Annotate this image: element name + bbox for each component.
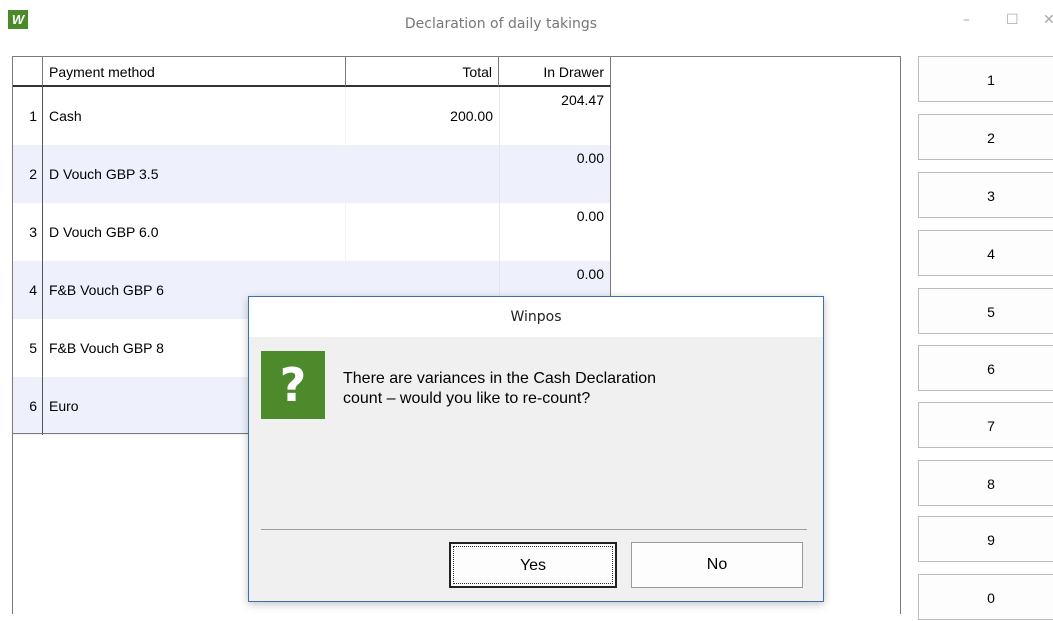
keypad-button-6[interactable]: 6	[918, 345, 1053, 391]
dialog-message-line-1: There are variances in the Cash Declarat…	[343, 370, 657, 387]
dialog-message-line-2: count – would you like to re-count?	[343, 390, 591, 407]
dialog-title: Winpos	[249, 297, 823, 337]
row-index: 2	[13, 145, 43, 203]
payment-method-cell[interactable]: Cash	[43, 87, 346, 145]
total-cell[interactable]	[346, 203, 499, 261]
table-row[interactable]: 2 D Vouch GBP 3.5 0.00	[13, 145, 611, 203]
keypad-button-1[interactable]: 1	[918, 56, 1053, 102]
row-index: 5	[13, 319, 43, 377]
row-index: 6	[13, 377, 43, 435]
minimize-icon[interactable]: –	[963, 12, 970, 28]
table-row[interactable]: 3 D Vouch GBP 6.0 0.00	[13, 203, 611, 261]
title-bar: W Declaration of daily takings – ☐ ✕	[0, 0, 1053, 48]
row-index: 1	[13, 87, 43, 145]
dialog-separator	[261, 529, 807, 530]
keypad-button-5[interactable]: 5	[918, 288, 1053, 334]
keypad-button-0[interactable]: 0	[918, 574, 1053, 620]
dialog-message: There are variances in the Cash Declarat…	[343, 369, 783, 409]
keypad-button-3[interactable]: 3	[918, 172, 1053, 218]
payment-method-cell[interactable]: D Vouch GBP 3.5	[43, 145, 346, 203]
row-index: 4	[13, 261, 43, 319]
no-button[interactable]: No	[631, 542, 803, 588]
total-cell[interactable]: 200.00	[346, 87, 499, 145]
header-payment-method[interactable]: Payment method	[43, 57, 346, 87]
header-in-drawer[interactable]: In Drawer	[499, 57, 611, 87]
keypad-button-8[interactable]: 8	[918, 460, 1053, 506]
window-title: Declaration of daily takings	[404, 16, 598, 32]
maximize-icon[interactable]: ☐	[1006, 12, 1019, 28]
row-index: 3	[13, 203, 43, 261]
yes-button[interactable]: Yes	[449, 542, 617, 588]
keypad-button-2[interactable]: 2	[918, 114, 1053, 160]
keypad-button-7[interactable]: 7	[918, 402, 1053, 448]
close-icon[interactable]: ✕	[1043, 12, 1053, 28]
in-drawer-cell[interactable]: 204.47	[499, 87, 611, 145]
header-index	[13, 57, 43, 87]
variance-dialog: Winpos ? There are variances in the Cash…	[248, 296, 824, 602]
in-drawer-cell[interactable]: 0.00	[499, 145, 611, 203]
header-total[interactable]: Total	[346, 57, 499, 87]
keypad-button-4[interactable]: 4	[918, 230, 1053, 276]
total-cell[interactable]	[346, 145, 499, 203]
in-drawer-cell[interactable]: 0.00	[499, 203, 611, 261]
question-icon: ?	[261, 351, 325, 419]
table-row[interactable]: 1 Cash 200.00 204.47	[13, 87, 611, 145]
keypad-button-9[interactable]: 9	[918, 516, 1053, 562]
payment-method-cell[interactable]: D Vouch GBP 6.0	[43, 203, 346, 261]
